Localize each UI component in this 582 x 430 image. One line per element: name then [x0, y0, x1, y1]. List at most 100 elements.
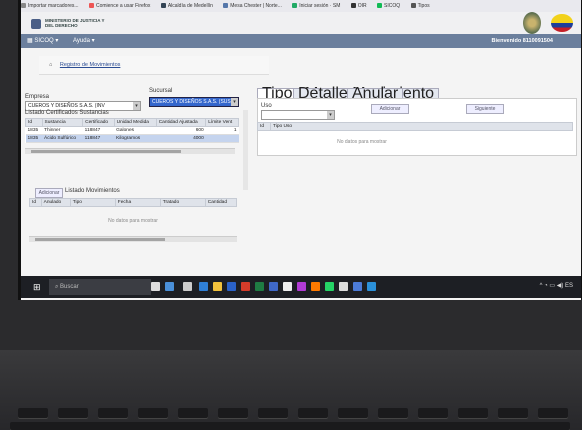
task-view-icon[interactable] [183, 282, 192, 291]
keyboard-key [218, 408, 248, 418]
column-header[interactable]: Límite Vent [205, 118, 239, 127]
windows-start-icon[interactable]: ⊞ [33, 283, 42, 292]
table-row[interactable]: 1835 Ácido Sulfúrico 118847 Kilogramos 4… [25, 134, 239, 143]
column-header[interactable]: Fecha [114, 198, 161, 207]
vertical-scrollbar[interactable] [243, 110, 248, 190]
sucursal-label: Sucursal [149, 88, 173, 94]
edge-icon[interactable] [199, 282, 208, 291]
keyboard-key [178, 408, 208, 418]
column-header[interactable]: Id [29, 198, 42, 207]
cell-cantidad: 4000 [156, 134, 206, 143]
app-header: MINISTERIO DE JUSTICIA Y DEL DERECHO [21, 12, 581, 34]
adicionar-button[interactable]: Adicionar [371, 104, 409, 114]
cell-sustancia: Ácido Sulfúrico [42, 134, 83, 143]
cell-certificado: 118847 [82, 126, 115, 135]
excel-icon[interactable] [255, 282, 264, 291]
ministry-logo-icon [31, 19, 41, 29]
word-icon[interactable] [227, 282, 236, 291]
uso-label: Uso [261, 103, 272, 109]
bookmark-item[interactable]: Iniciar sesión · SM [292, 3, 340, 9]
keyboard-key [338, 408, 368, 418]
app-icon[interactable] [283, 282, 292, 291]
keyboard-key [538, 408, 568, 418]
menu-ayuda[interactable]: Ayuda ▾ [73, 34, 95, 48]
movimientos-title: Listado Movimientos [65, 188, 120, 194]
column-header[interactable]: Cantidad Ajustada [155, 118, 207, 127]
column-header[interactable]: Id [25, 118, 43, 127]
ministry-name: MINISTERIO DE JUSTICIA Y DEL DERECHO [45, 18, 105, 28]
uso-select[interactable]: ▾ [261, 110, 335, 120]
app-icon[interactable] [269, 282, 278, 291]
cell-sustancia: Thinner [42, 126, 83, 135]
keyboard-key [498, 408, 528, 418]
chevron-down-icon: ▾ [231, 98, 238, 106]
table-row[interactable]: 1835 Thinner 118847 Galones 600 1 [25, 126, 239, 135]
app-icon[interactable] [297, 282, 306, 291]
bookmark-item[interactable]: Mesa Chester | Norte... [223, 3, 282, 9]
bookmark-item[interactable]: Tipos [410, 3, 430, 9]
whatsapp-icon[interactable] [325, 282, 334, 291]
sucursal-select[interactable]: CUEROS Y DISEÑOS S.A.S. (SUS ▾ [149, 97, 239, 107]
keyboard-key [138, 408, 168, 418]
windows-taskbar: ⊞ ⌕ Buscar ^ ◔ ▭ ◀) ES [21, 276, 581, 298]
empresa-label: Empresa [25, 94, 50, 100]
bookmark-item[interactable]: SICOQ [377, 3, 400, 9]
system-tray[interactable]: ^ ◔ ▭ ◀) ES [540, 282, 573, 289]
app-icon[interactable] [151, 282, 160, 291]
column-header[interactable]: Tipo [69, 198, 116, 207]
keyboard-key [298, 408, 328, 418]
crest-icon [523, 12, 541, 34]
chevron-down-icon: ▾ [133, 102, 140, 110]
home-icon[interactable]: ⌂ [49, 62, 52, 68]
cell-unidad: Kilogramos [114, 134, 157, 143]
movimientos-table: Id Anulado Tipo Fecha Tratado Cantidad [29, 198, 238, 207]
column-header[interactable]: Tipo Uso [270, 122, 573, 131]
certificados-table: Id Sustancia Certificado Unidad Medida C… [25, 118, 239, 143]
horizontal-scrollbar[interactable] [29, 236, 237, 242]
cell-id: 1835 [25, 126, 43, 135]
column-header[interactable]: Tratado [159, 198, 206, 207]
cell-limite: 1 [205, 126, 239, 135]
menu-bar: ▦ SICOQ ▾ Ayuda ▾ Bienvenido 8110091504 [21, 34, 581, 48]
breadcrumb: ⌂ Registro de Movimientos [39, 56, 269, 75]
app-icon[interactable] [165, 282, 174, 291]
taskbar-search-input[interactable]: ⌕ Buscar [49, 279, 151, 295]
keyboard-row [10, 422, 570, 430]
column-header[interactable]: Anulado [40, 198, 71, 207]
app-icon[interactable] [367, 282, 376, 291]
bookmark-item[interactable]: Alcaldía de Medellín [160, 3, 213, 9]
cell-unidad: Galones [114, 126, 157, 135]
tipo-uso-table: Id Tipo Uso [257, 122, 573, 131]
app-icon[interactable] [339, 282, 348, 291]
certificados-title: Listado Certificados Sustancias [25, 110, 109, 116]
laptop-keyboard-deck [0, 350, 582, 430]
laptop-screen: Importar marcadores... Comience a usar F… [18, 0, 582, 300]
cell-id: 1835 [25, 134, 43, 143]
powerpoint-icon[interactable] [241, 282, 250, 291]
keyboard-key [378, 408, 408, 418]
keyboard-key [258, 408, 288, 418]
breadcrumb-link[interactable]: Registro de Movimientos [60, 62, 121, 68]
folder-icon[interactable] [213, 282, 222, 291]
flag-icon [551, 14, 573, 32]
column-header[interactable]: Sustancia [41, 118, 84, 127]
adicionar-movimiento-button[interactable]: Adicionar [35, 188, 63, 198]
horizontal-scrollbar[interactable] [25, 148, 235, 154]
siguiente-button[interactable]: Siguiente [466, 104, 504, 114]
bookmark-item[interactable]: Comience a usar Firefox [88, 3, 150, 9]
empty-message: No datos para mostrar [108, 218, 158, 224]
keyboard-key [98, 408, 128, 418]
column-header[interactable]: Id [257, 122, 271, 131]
menu-sicoq[interactable]: ▦ SICOQ ▾ [27, 34, 58, 48]
cell-cantidad: 600 [156, 126, 206, 135]
column-header[interactable]: Certificado [82, 118, 115, 127]
cell-certificado: 118847 [82, 134, 115, 143]
app-icon[interactable] [353, 282, 362, 291]
firefox-icon[interactable] [311, 282, 320, 291]
column-header[interactable]: Cantidad [204, 198, 238, 207]
keyboard-key [18, 408, 48, 418]
bookmark-item[interactable]: OIR [350, 3, 367, 9]
cell-limite [205, 134, 239, 143]
column-header[interactable]: Unidad Medida [113, 118, 157, 127]
bookmark-item[interactable]: Importar marcadores... [21, 3, 79, 9]
